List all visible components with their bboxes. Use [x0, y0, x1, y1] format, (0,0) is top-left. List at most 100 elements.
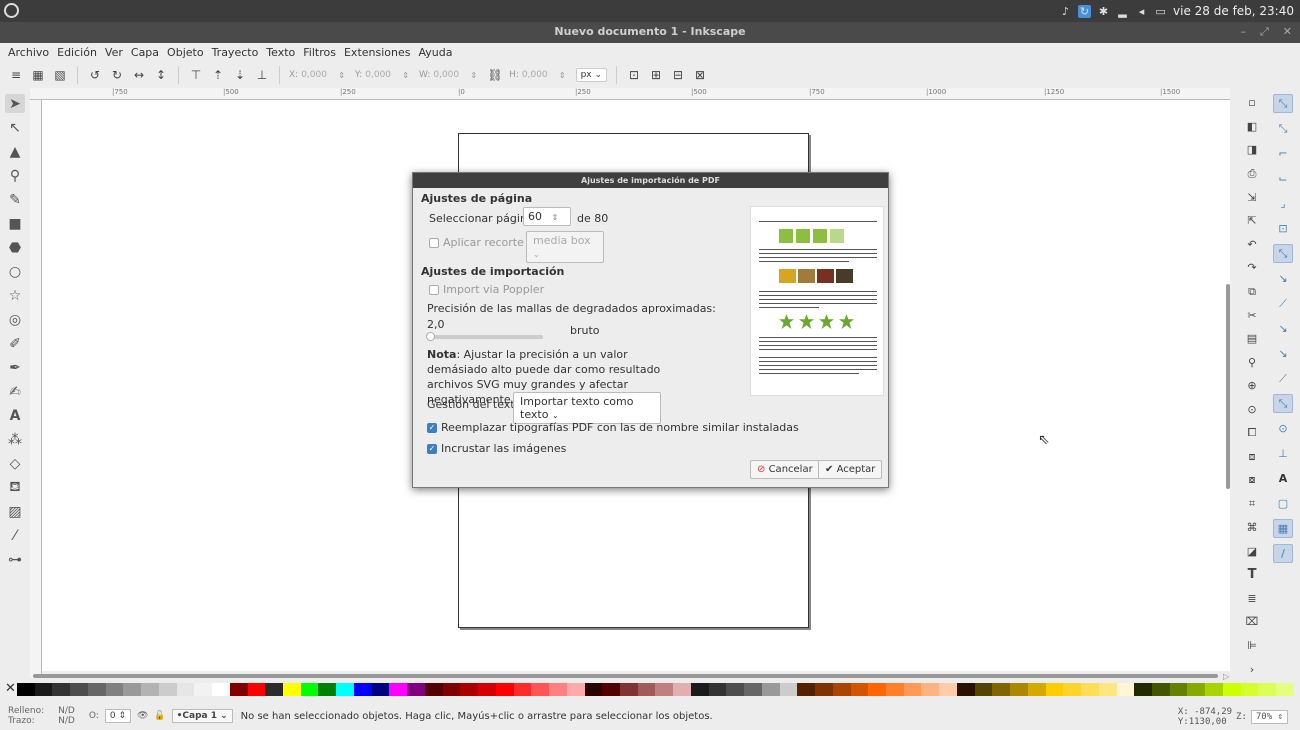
zoom-input[interactable]: 70% ⇕ — [1250, 710, 1288, 724]
color-swatch[interactable] — [832, 683, 851, 696]
no-paint-icon[interactable]: ✕ — [4, 682, 17, 696]
color-swatch[interactable] — [1258, 683, 1277, 696]
x-value[interactable]: 0,000 — [301, 70, 335, 80]
fill-value[interactable]: N/D — [58, 706, 75, 716]
3d-box-tool-icon[interactable]: ⬣ — [5, 238, 25, 257]
color-swatch[interactable] — [619, 683, 638, 696]
snap-grids-icon[interactable]: ▦ — [1273, 519, 1293, 538]
snap-cusp-icon[interactable]: ↘ — [1273, 319, 1293, 338]
color-swatch[interactable] — [212, 683, 230, 696]
menu-trayecto[interactable]: Trayecto — [212, 46, 259, 59]
snap-page-border-icon[interactable]: ▢ — [1273, 494, 1293, 513]
flip-vertical-icon[interactable]: ↕ — [153, 67, 169, 83]
cancel-button[interactable]: ⊘ Cancelar — [750, 460, 820, 479]
bluetooth-icon[interactable]: ✱ — [1097, 5, 1110, 18]
color-swatch[interactable] — [336, 683, 354, 696]
deselect-icon[interactable]: ▧ — [52, 67, 68, 83]
layer-select[interactable]: •Capa 1 ⌄ — [171, 709, 233, 723]
layer-lock-icon[interactable]: 🔓 — [154, 711, 165, 721]
snap-bbox-corners-icon[interactable]: ⌙ — [1273, 169, 1293, 188]
redo-icon[interactable]: ↷ — [1242, 259, 1262, 277]
w-field[interactable]: W: 0,000 ⇕ — [419, 70, 481, 80]
text-font-icon[interactable]: T — [1242, 566, 1262, 584]
menu-ayuda[interactable]: Ayuda — [418, 46, 452, 59]
zoom-tool-icon[interactable]: ⚲ — [5, 166, 25, 185]
color-swatch[interactable] — [1187, 683, 1206, 696]
color-swatch[interactable] — [1010, 683, 1028, 696]
menu-filtros[interactable]: Filtros — [303, 46, 336, 59]
snap-text-baseline-icon[interactable]: A — [1273, 469, 1293, 488]
color-swatch[interactable] — [70, 683, 88, 696]
color-swatch[interactable] — [637, 683, 656, 696]
color-swatch[interactable] — [921, 683, 940, 696]
color-swatch[interactable] — [478, 683, 496, 696]
mesh-precision-slider[interactable] — [426, 332, 543, 341]
volume-icon[interactable]: ◂ — [1135, 5, 1148, 18]
undo-icon[interactable]: ↶ — [1242, 236, 1262, 254]
color-swatch[interactable] — [992, 683, 1011, 696]
lower-to-bottom-icon[interactable]: ⊥ — [254, 67, 270, 83]
snap-intersections-icon[interactable]: ⟋ — [1273, 294, 1293, 313]
color-swatch[interactable] — [371, 683, 390, 696]
color-swatch[interactable] — [1240, 683, 1259, 696]
color-swatch[interactable] — [424, 683, 443, 696]
color-swatch[interactable] — [229, 683, 248, 696]
select-all-icon[interactable]: ≡ — [8, 67, 24, 83]
layers-icon[interactable]: ≣ — [1242, 589, 1262, 607]
minimize-icon[interactable]: – — [1240, 25, 1246, 39]
calligraphy-tool-icon[interactable]: ✍ — [5, 382, 25, 401]
color-swatch[interactable] — [815, 683, 833, 696]
y-field[interactable]: Y: 0,000 ⇕ — [355, 70, 413, 80]
color-swatch[interactable] — [52, 683, 71, 696]
color-swatch[interactable] — [1116, 683, 1135, 696]
snap-smooth-icon[interactable]: ↘ — [1273, 344, 1293, 363]
color-swatch[interactable] — [868, 683, 886, 696]
cut-icon[interactable]: ✂ — [1242, 306, 1262, 324]
horizontal-scrollbar[interactable] — [33, 674, 1218, 678]
color-swatch[interactable] — [903, 683, 922, 696]
color-swatch[interactable] — [566, 683, 585, 696]
duplicate-icon[interactable]: ⧠ — [1242, 424, 1262, 442]
rotate-cw-icon[interactable]: ↻ — [109, 67, 125, 83]
color-swatch[interactable] — [761, 683, 780, 696]
color-swatch[interactable] — [300, 683, 319, 696]
star-tool-icon[interactable]: ☆ — [5, 286, 25, 305]
battery-icon[interactable]: ▭ — [1154, 5, 1167, 18]
select-all-layers-icon[interactable]: ▦ — [30, 67, 46, 83]
clip-dropdown[interactable]: media box ⌄ — [526, 231, 604, 263]
clone-icon[interactable]: ⧈ — [1242, 448, 1262, 466]
color-swatch[interactable] — [584, 683, 603, 696]
measure-tool-icon[interactable]: ✎ — [5, 190, 25, 209]
text-handling-dropdown[interactable]: Importar texto como texto ⌄ — [513, 392, 661, 424]
w-value[interactable]: 0,000 — [433, 70, 467, 80]
color-swatch[interactable] — [87, 683, 106, 696]
color-swatch[interactable] — [673, 683, 691, 696]
raise-to-top-icon[interactable]: ⊤ — [188, 67, 204, 83]
close-icon[interactable]: ✕ — [1283, 25, 1292, 39]
layer-visibility-icon[interactable]: 👁 — [137, 711, 148, 721]
spiral-tool-icon[interactable]: ◎ — [5, 310, 25, 329]
tweak-tool-icon[interactable]: ▲ — [5, 142, 25, 161]
page-number-input[interactable]: 60 ⇕ — [523, 207, 571, 226]
replace-fonts-checkbox[interactable]: ✓ — [427, 423, 437, 433]
color-swatch[interactable] — [602, 683, 620, 696]
dropper-tool-icon[interactable]: ⁄ — [5, 526, 25, 545]
color-swatch[interactable] — [123, 683, 142, 696]
pen-tool-icon[interactable]: ✒ — [5, 358, 25, 377]
snap-guides-icon[interactable]: / — [1273, 544, 1293, 563]
pencil-tool-icon[interactable]: ✐ — [5, 334, 25, 353]
eraser-tool-icon[interactable]: ◇ — [5, 454, 25, 473]
menu-ver[interactable]: Ver — [105, 46, 123, 59]
h-spin-icon[interactable]: ⇕ — [559, 71, 566, 80]
color-swatch[interactable] — [797, 683, 816, 696]
paint-bucket-tool-icon[interactable]: ⛾ — [5, 478, 25, 497]
color-swatch[interactable] — [974, 683, 993, 696]
color-swatch[interactable] — [141, 683, 159, 696]
color-swatch[interactable] — [283, 683, 301, 696]
datetime[interactable]: vie 28 de feb, 23:40 — [1173, 4, 1294, 18]
snap-bbox-edges-icon[interactable]: ⌐ — [1273, 144, 1293, 163]
slider-knob[interactable] — [426, 332, 435, 341]
selector-tool-icon[interactable]: ➤ — [5, 94, 25, 113]
color-swatch[interactable] — [194, 683, 213, 696]
x-field[interactable]: X: 0,000 ⇕ — [289, 70, 349, 80]
